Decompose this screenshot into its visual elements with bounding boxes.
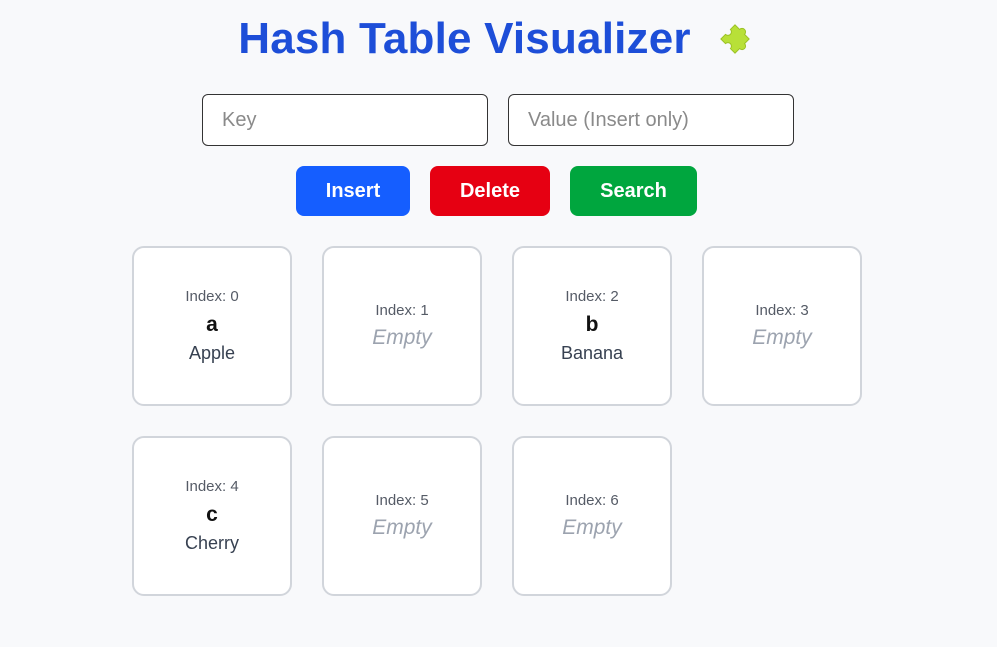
insert-button[interactable]: Insert [296,166,410,216]
bucket-key: c [206,503,218,526]
bucket-index: Index: 1 [375,302,429,319]
bucket-6: Index: 6 Empty [512,436,672,596]
bucket-value: Apple [188,343,236,363]
bucket-2: Index: 2 b Banana [512,246,672,406]
bucket-key: b [585,313,599,336]
bucket-value: Banana [560,343,624,363]
bucket-empty-label: Empty [562,516,622,539]
bucket-value: Cherry [184,533,239,553]
bucket-empty-label: Empty [372,326,432,349]
bucket-index: Index: 0 [185,288,239,305]
value-input[interactable] [508,94,794,146]
bucket-index: Index: 5 [375,492,429,509]
bucket-4: Index: 4 c Cherry [132,436,292,596]
header: Hash Table Visualizer [0,12,997,66]
bucket-key: a [206,313,218,336]
app-root: Hash Table Visualizer Insert Delete Sear… [0,0,997,647]
hash-table-grid: Index: 0 a Apple Index: 1 Empty Index: 2… [132,246,862,596]
action-buttons: Insert Delete Search [296,166,697,216]
bucket-index: Index: 2 [565,288,619,305]
search-button[interactable]: Search [570,166,697,216]
puzzle-piece-icon [711,15,759,63]
bucket-empty-label: Empty [372,516,432,539]
bucket-5: Index: 5 Empty [322,436,482,596]
key-input[interactable] [202,94,488,146]
bucket-3: Index: 3 Empty [702,246,862,406]
bucket-empty-label: Empty [752,326,812,349]
bucket-index: Index: 3 [755,302,809,319]
delete-button[interactable]: Delete [430,166,550,216]
bucket-index: Index: 6 [565,492,619,509]
page-title: Hash Table Visualizer [238,14,691,63]
bucket-1: Index: 1 Empty [322,246,482,406]
input-row [202,94,794,146]
bucket-index: Index: 4 [185,478,239,495]
bucket-0: Index: 0 a Apple [132,246,292,406]
